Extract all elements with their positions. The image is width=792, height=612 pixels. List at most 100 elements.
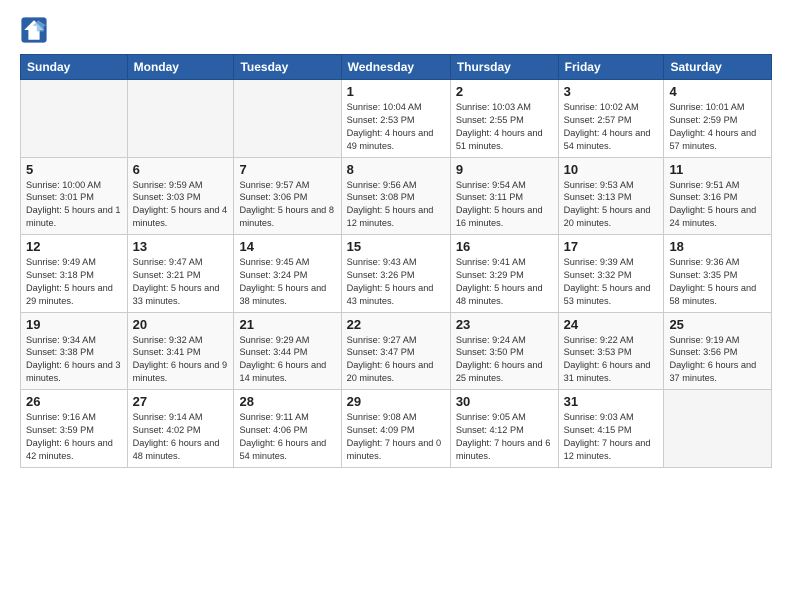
calendar-cell: 24 Sunrise: 9:22 AM Sunset: 3:53 PM Dayli… [558, 312, 664, 390]
calendar-cell: 15 Sunrise: 9:43 AM Sunset: 3:26 PM Dayli… [341, 235, 450, 313]
day-info: Sunrise: 10:02 AM Sunset: 2:57 PM Daylig… [564, 101, 659, 153]
day-number: 10 [564, 162, 659, 177]
weekday-header-sunday: Sunday [21, 55, 128, 80]
page: SundayMondayTuesdayWednesdayThursdayFrid… [0, 0, 792, 478]
day-number: 11 [669, 162, 766, 177]
calendar-cell: 18Sunrise: 9:36 AM Sunset: 3:35 PM Dayli… [664, 235, 772, 313]
week-row-5: 26 Sunrise: 9:16 AM Sunset: 3:59 PM Dayli… [21, 390, 772, 468]
day-number: 8 [347, 162, 445, 177]
calendar-cell [664, 390, 772, 468]
calendar-cell: 4 Sunrise: 10:01 AM Sunset: 2:59 PM Dayli… [664, 80, 772, 158]
week-row-3: 12 Sunrise: 9:49 AM Sunset: 3:18 PM Dayli… [21, 235, 772, 313]
day-number: 24 [564, 317, 659, 332]
calendar-cell [21, 80, 128, 158]
day-info: Sunrise: 10:01 AM Sunset: 2:59 PM Daylig… [669, 101, 766, 153]
day-info: Sunrise: 9:08 AM Sunset: 4:09 PM Dayligh… [347, 411, 445, 463]
calendar-cell: 16Sunrise: 9:41 AM Sunset: 3:29 PM Dayli… [450, 235, 558, 313]
calendar-cell: 11 Sunrise: 9:51 AM Sunset: 3:16 PM Dayli… [664, 157, 772, 235]
calendar-cell: 12 Sunrise: 9:49 AM Sunset: 3:18 PM Dayli… [21, 235, 128, 313]
week-row-1: 1 Sunrise: 10:04 AM Sunset: 2:53 PM Dayli… [21, 80, 772, 158]
day-info: Sunrise: 9:43 AM Sunset: 3:26 PM Dayligh… [347, 256, 445, 308]
day-number: 1 [347, 84, 445, 99]
calendar-cell: 23 Sunrise: 9:24 AM Sunset: 3:50 PM Dayli… [450, 312, 558, 390]
day-info: Sunrise: 9:39 AM Sunset: 3:32 PM Dayligh… [564, 256, 659, 308]
day-number: 23 [456, 317, 553, 332]
day-number: 2 [456, 84, 553, 99]
calendar-cell: 13 Sunrise: 9:47 AM Sunset: 3:21 PM Dayli… [127, 235, 234, 313]
day-number: 15 [347, 239, 445, 254]
day-info: Sunrise: 9:24 AM Sunset: 3:50 PM Dayligh… [456, 334, 553, 386]
day-info: Sunrise: 9:51 AM Sunset: 3:16 PM Dayligh… [669, 179, 766, 231]
day-number: 27 [133, 394, 229, 409]
calendar-cell: 26 Sunrise: 9:16 AM Sunset: 3:59 PM Dayli… [21, 390, 128, 468]
day-number: 6 [133, 162, 229, 177]
day-info: Sunrise: 10:04 AM Sunset: 2:53 PM Daylig… [347, 101, 445, 153]
day-info: Sunrise: 9:41 AM Sunset: 3:29 PM Dayligh… [456, 256, 553, 308]
day-info: Sunrise: 9:57 AM Sunset: 3:06 PM Dayligh… [239, 179, 335, 231]
weekday-header-saturday: Saturday [664, 55, 772, 80]
weekday-header-wednesday: Wednesday [341, 55, 450, 80]
day-info: Sunrise: 9:54 AM Sunset: 3:11 PM Dayligh… [456, 179, 553, 231]
day-number: 20 [133, 317, 229, 332]
calendar-cell: 9 Sunrise: 9:54 AM Sunset: 3:11 PM Daylig… [450, 157, 558, 235]
day-number: 19 [26, 317, 122, 332]
day-number: 7 [239, 162, 335, 177]
weekday-header-tuesday: Tuesday [234, 55, 341, 80]
day-number: 12 [26, 239, 122, 254]
calendar-cell: 8 Sunrise: 9:56 AM Sunset: 3:08 PM Daylig… [341, 157, 450, 235]
calendar-cell: 6 Sunrise: 9:59 AM Sunset: 3:03 PM Daylig… [127, 157, 234, 235]
logo [20, 16, 52, 44]
weekday-header-row: SundayMondayTuesdayWednesdayThursdayFrid… [21, 55, 772, 80]
day-number: 3 [564, 84, 659, 99]
day-info: Sunrise: 9:05 AM Sunset: 4:12 PM Dayligh… [456, 411, 553, 463]
day-info: Sunrise: 9:49 AM Sunset: 3:18 PM Dayligh… [26, 256, 122, 308]
day-info: Sunrise: 9:14 AM Sunset: 4:02 PM Dayligh… [133, 411, 229, 463]
day-info: Sunrise: 9:56 AM Sunset: 3:08 PM Dayligh… [347, 179, 445, 231]
calendar-cell: 31Sunrise: 9:03 AM Sunset: 4:15 PM Dayli… [558, 390, 664, 468]
day-number: 9 [456, 162, 553, 177]
calendar-cell: 3 Sunrise: 10:02 AM Sunset: 2:57 PM Dayli… [558, 80, 664, 158]
day-info: Sunrise: 9:16 AM Sunset: 3:59 PM Dayligh… [26, 411, 122, 463]
calendar-cell: 27 Sunrise: 9:14 AM Sunset: 4:02 PM Dayli… [127, 390, 234, 468]
day-number: 28 [239, 394, 335, 409]
calendar-cell: 17Sunrise: 9:39 AM Sunset: 3:32 PM Dayli… [558, 235, 664, 313]
calendar-cell: 29 Sunrise: 9:08 AM Sunset: 4:09 PM Dayli… [341, 390, 450, 468]
day-number: 30 [456, 394, 553, 409]
day-number: 26 [26, 394, 122, 409]
weekday-header-friday: Friday [558, 55, 664, 80]
day-number: 29 [347, 394, 445, 409]
day-number: 21 [239, 317, 335, 332]
calendar-cell: 5 Sunrise: 10:00 AM Sunset: 3:01 PM Dayli… [21, 157, 128, 235]
calendar-cell: 1 Sunrise: 10:04 AM Sunset: 2:53 PM Dayli… [341, 80, 450, 158]
calendar-cell [234, 80, 341, 158]
week-row-2: 5 Sunrise: 10:00 AM Sunset: 3:01 PM Dayli… [21, 157, 772, 235]
calendar-cell: 10 Sunrise: 9:53 AM Sunset: 3:13 PM Dayli… [558, 157, 664, 235]
day-number: 5 [26, 162, 122, 177]
calendar-cell: 20 Sunrise: 9:32 AM Sunset: 3:41 PM Dayli… [127, 312, 234, 390]
weekday-header-thursday: Thursday [450, 55, 558, 80]
day-number: 14 [239, 239, 335, 254]
week-row-4: 19Sunrise: 9:34 AM Sunset: 3:38 PM Dayli… [21, 312, 772, 390]
day-info: Sunrise: 9:19 AM Sunset: 3:56 PM Dayligh… [669, 334, 766, 386]
day-number: 22 [347, 317, 445, 332]
day-number: 25 [669, 317, 766, 332]
day-info: Sunrise: 9:32 AM Sunset: 3:41 PM Dayligh… [133, 334, 229, 386]
day-number: 4 [669, 84, 766, 99]
day-info: Sunrise: 9:11 AM Sunset: 4:06 PM Dayligh… [239, 411, 335, 463]
day-info: Sunrise: 9:29 AM Sunset: 3:44 PM Dayligh… [239, 334, 335, 386]
calendar-cell: 30 Sunrise: 9:05 AM Sunset: 4:12 PM Dayli… [450, 390, 558, 468]
day-number: 13 [133, 239, 229, 254]
header [20, 16, 772, 44]
day-info: Sunrise: 9:03 AM Sunset: 4:15 PM Dayligh… [564, 411, 659, 463]
calendar-table: SundayMondayTuesdayWednesdayThursdayFrid… [20, 54, 772, 468]
day-info: Sunrise: 9:53 AM Sunset: 3:13 PM Dayligh… [564, 179, 659, 231]
calendar-cell: 22 Sunrise: 9:27 AM Sunset: 3:47 PM Dayli… [341, 312, 450, 390]
day-info: Sunrise: 9:59 AM Sunset: 3:03 PM Dayligh… [133, 179, 229, 231]
day-info: Sunrise: 10:00 AM Sunset: 3:01 PM Daylig… [26, 179, 122, 231]
calendar-cell: 19Sunrise: 9:34 AM Sunset: 3:38 PM Dayli… [21, 312, 128, 390]
day-info: Sunrise: 9:22 AM Sunset: 3:53 PM Dayligh… [564, 334, 659, 386]
calendar-cell [127, 80, 234, 158]
day-info: Sunrise: 9:47 AM Sunset: 3:21 PM Dayligh… [133, 256, 229, 308]
day-info: Sunrise: 9:27 AM Sunset: 3:47 PM Dayligh… [347, 334, 445, 386]
calendar-cell: 25 Sunrise: 9:19 AM Sunset: 3:56 PM Dayli… [664, 312, 772, 390]
